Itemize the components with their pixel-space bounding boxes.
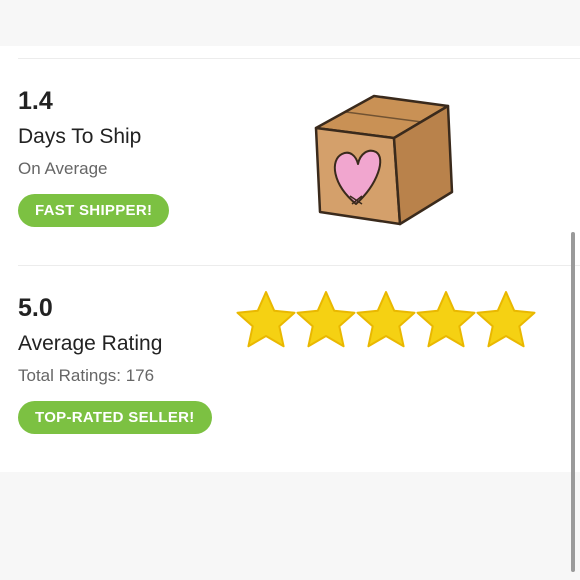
star-icon <box>356 291 416 348</box>
rating-stars <box>236 291 536 348</box>
shipping-box-heart-icon <box>314 94 454 226</box>
average-rating-label: Average Rating <box>18 332 163 355</box>
star-icon <box>296 291 356 348</box>
total-ratings-text: Total Ratings: 176 <box>18 366 155 385</box>
rating-section: 5.0 Average Rating Total Ratings: 176 TO… <box>18 293 212 434</box>
average-rating-value: 5.0 <box>18 294 53 322</box>
days-to-ship-sublabel: On Average <box>18 159 108 178</box>
divider <box>18 58 580 59</box>
top-band <box>0 0 580 46</box>
star-icon <box>476 291 536 348</box>
days-to-ship-label: Days To Ship <box>18 125 142 148</box>
divider <box>18 265 580 266</box>
star-icon <box>416 291 476 348</box>
star-icon <box>236 291 296 348</box>
days-to-ship-value: 1.4 <box>18 87 53 115</box>
scrollbar[interactable] <box>571 232 575 572</box>
shipping-section: 1.4 Days To Ship On Average FAST SHIPPER… <box>18 86 170 227</box>
top-rated-seller-badge: TOP-RATED SELLER! <box>18 401 212 434</box>
bottom-band <box>0 472 580 580</box>
fast-shipper-badge: FAST SHIPPER! <box>18 194 170 227</box>
